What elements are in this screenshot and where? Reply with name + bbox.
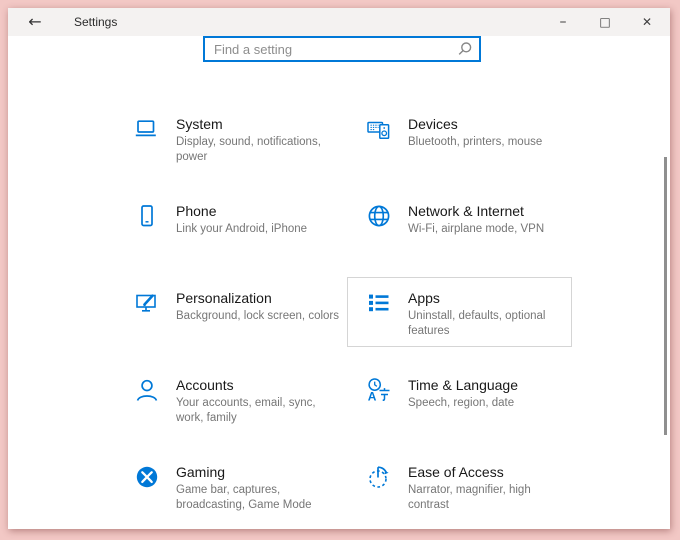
tile-subtitle: Uninstall, defaults, optional features: [408, 310, 546, 337]
tile-ease-of-access[interactable]: Ease of Access Narrator, magnifier, high…: [347, 451, 572, 521]
tile-subtitle: Wi-Fi, airplane mode, VPN: [408, 223, 545, 235]
maximize-button[interactable]: □: [584, 8, 626, 36]
tile-subtitle: Your accounts, email, sync, work, family: [176, 397, 316, 424]
time-language-icon: A: [366, 377, 392, 403]
search-box[interactable]: [203, 36, 481, 62]
titlebar: ← Settings – □ ✕: [8, 8, 670, 36]
tile-title: Accounts: [176, 377, 234, 393]
tile-subtitle: Game bar, captures, broadcasting, Game M…: [176, 484, 312, 511]
tile-accounts[interactable]: Accounts Your accounts, email, sync, wor…: [115, 364, 340, 434]
ease-of-access-icon: [366, 464, 392, 490]
search-input[interactable]: [205, 38, 479, 60]
tile-apps[interactable]: Apps Uninstall, defaults, optional featu…: [347, 277, 572, 347]
phone-icon: [134, 203, 160, 229]
apps-icon: [366, 290, 392, 316]
tile-system[interactable]: System Display, sound, notifications, po…: [115, 103, 340, 173]
tile-title: Personalization: [176, 290, 272, 306]
tile-subtitle: Bluetooth, printers, mouse: [408, 136, 543, 148]
tile-network[interactable]: Network & Internet Wi-Fi, airplane mode,…: [347, 190, 572, 260]
tile-subtitle: Display, sound, notifications, power: [176, 136, 321, 163]
tile-title: Phone: [176, 203, 217, 219]
tile-title: Devices: [408, 116, 458, 132]
back-button[interactable]: ←: [16, 8, 54, 36]
tile-title: Time & Language: [408, 377, 518, 393]
tile-title: Apps: [408, 290, 440, 306]
settings-grid: System Display, sound, notifications, po…: [115, 103, 581, 538]
tile-subtitle: Speech, region, date: [408, 397, 515, 409]
gaming-icon: [134, 464, 160, 490]
app-title: Settings: [74, 15, 118, 29]
minimize-button[interactable]: –: [542, 8, 584, 36]
tile-title: Network & Internet: [408, 203, 524, 219]
tile-subtitle: Link your Android, iPhone: [176, 223, 308, 235]
network-icon: [366, 203, 392, 229]
settings-window: ← Settings – □ ✕ System Display, sound, …: [8, 8, 670, 529]
tile-phone[interactable]: Phone Link your Android, iPhone: [115, 190, 340, 260]
tile-title: Ease of Access: [408, 464, 504, 480]
svg-text:A: A: [368, 390, 377, 404]
system-icon: [134, 116, 160, 142]
tile-subtitle: Narrator, magnifier, high contrast: [408, 484, 531, 511]
tile-title: Gaming: [176, 464, 226, 480]
tile-title: System: [176, 116, 223, 132]
tile-gaming[interactable]: Gaming Game bar, captures, broadcasting,…: [115, 451, 340, 521]
tile-time-language[interactable]: A Time & Language Speech, region, date: [347, 364, 572, 434]
accounts-icon: [134, 377, 160, 403]
search-icon: [457, 41, 473, 57]
tile-devices[interactable]: Devices Bluetooth, printers, mouse: [347, 103, 572, 173]
tile-subtitle: Background, lock screen, colors: [176, 310, 339, 322]
close-button[interactable]: ✕: [626, 8, 668, 36]
devices-icon: [366, 116, 392, 142]
tile-personalization[interactable]: Personalization Background, lock screen,…: [115, 277, 340, 347]
vertical-scrollbar[interactable]: [664, 157, 667, 435]
window-controls: – □ ✕: [542, 8, 668, 36]
personalization-icon: [134, 290, 160, 316]
